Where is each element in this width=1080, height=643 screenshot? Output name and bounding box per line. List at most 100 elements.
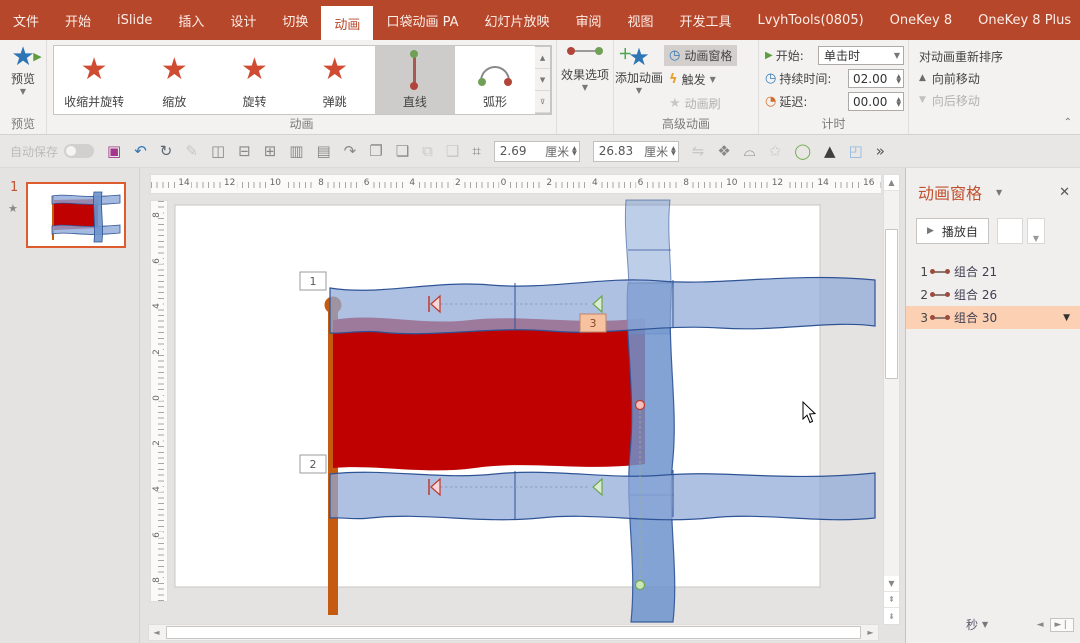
shape-height-input[interactable]: 2.69 厘米 ▲▼: [494, 141, 580, 162]
shape-width-input[interactable]: 26.83 厘米 ▲▼: [593, 141, 679, 162]
bring-forward-icon[interactable]: ❐: [369, 144, 382, 159]
flip-icon[interactable]: ⇋: [692, 144, 705, 159]
animation-pane-button[interactable]: ◷ 动画窗格: [664, 45, 737, 66]
align-middle-icon[interactable]: ⊞: [264, 144, 277, 159]
scroll-up-button[interactable]: ▲: [884, 175, 899, 191]
gallery-scroll-up[interactable]: ▲: [535, 47, 550, 69]
slide-thumbnail[interactable]: [26, 182, 126, 248]
effect-options-button[interactable]: 效果选项 ▼: [557, 40, 614, 134]
horizontal-scroll-thumb[interactable]: [166, 626, 861, 639]
duration-spinner[interactable]: ▲▼: [896, 74, 901, 84]
svg-text:2: 2: [310, 458, 317, 471]
组合 21[interactable]: 1 组合 21 ▼: [906, 260, 1080, 283]
horizontal-scrollbar[interactable]: ◄ ►: [148, 624, 879, 641]
tab-lvyhtools[interactable]: LvyhTools(0805): [745, 0, 877, 40]
format-painter-icon[interactable]: ✎: [185, 144, 198, 159]
tab-file[interactable]: 文件: [0, 0, 52, 40]
animation-bounce[interactable]: ★ 弹跳: [295, 46, 375, 114]
ribbon-group-advanced: ★＋ 添加动画 ▼ ◷ 动画窗格 ϟ 触发 ▼ ★ 动画刷 高级动画: [614, 40, 759, 134]
more-commands-icon[interactable]: »: [876, 144, 885, 159]
autosave-toggle[interactable]: [64, 144, 94, 158]
save-icon[interactable]: ▣: [107, 144, 121, 159]
animation-badge-3-selected[interactable]: 3: [580, 314, 606, 332]
move-earlier-button[interactable]: ▲ 向前移动: [919, 67, 1059, 89]
delay-spinner[interactable]: ▲▼: [896, 97, 901, 107]
start-select[interactable]: 单击时 ▼: [818, 46, 904, 65]
tab-islide[interactable]: iSlide: [104, 0, 165, 40]
delay-input[interactable]: 00.00 ▲▼: [848, 92, 904, 111]
组合 30[interactable]: 3 组合 30 ▼: [906, 306, 1080, 329]
shape-width-spinner[interactable]: ▲▼: [671, 146, 676, 156]
collapse-ribbon-button[interactable]: ⌃: [1064, 117, 1072, 128]
scroll-left-button[interactable]: ◄: [149, 625, 164, 640]
preview-icon[interactable]: ★▶: [11, 44, 34, 70]
picture-placeholder-icon[interactable]: ◰: [849, 144, 863, 159]
scroll-right-button[interactable]: ►: [863, 625, 878, 640]
preview-dropdown-caret[interactable]: ▼: [20, 87, 26, 96]
item-dropdown-caret[interactable]: ▼: [1063, 313, 1070, 323]
move-later-button[interactable]: ▼ 向后移动: [919, 89, 1059, 111]
animation-star-icon[interactable]: ✩: [769, 144, 782, 159]
move-earlier-icon: ▲: [919, 73, 926, 83]
align-objects-icon[interactable]: ◫: [211, 144, 225, 159]
tab-review[interactable]: 审阅: [563, 0, 615, 40]
move-down-button[interactable]: ▼: [1027, 218, 1045, 244]
vertical-scrollbar[interactable]: ▲ ▼ ⇞ ⇟: [883, 174, 900, 625]
pane-close-icon[interactable]: ✕: [1059, 185, 1070, 200]
timeline-zoom-in-icon[interactable]: ►❘: [1050, 618, 1074, 632]
tab-design[interactable]: 设计: [217, 0, 269, 40]
trigger-button[interactable]: ϟ 触发 ▼: [664, 69, 737, 90]
tab-developer[interactable]: 开发工具: [667, 0, 745, 40]
undo-icon[interactable]: ↶: [134, 144, 147, 159]
vertical-scroll-thumb[interactable]: [885, 229, 898, 379]
组合 26[interactable]: 2 组合 26 ▼: [906, 283, 1080, 306]
tab-onekey8[interactable]: OneKey 8: [877, 0, 965, 40]
tab-home[interactable]: 开始: [52, 0, 104, 40]
animation-badge-2[interactable]: 2: [300, 455, 326, 473]
tab-animations[interactable]: 动画: [321, 6, 373, 40]
animation-line-path[interactable]: 直线: [375, 46, 455, 114]
group-icon[interactable]: ⧉: [422, 144, 433, 159]
distribute-vertical-icon[interactable]: ▤: [316, 144, 330, 159]
timeline-unit-caret[interactable]: ▼: [982, 620, 988, 629]
oval-shape-icon[interactable]: ◯: [794, 144, 811, 159]
gallery-more-button[interactable]: ⊽: [535, 91, 550, 113]
send-backward-icon[interactable]: ❏: [396, 144, 409, 159]
duration-input[interactable]: 02.00 ▲▼: [848, 69, 904, 88]
ungroup-icon[interactable]: ❑: [446, 144, 459, 159]
animation-zoom[interactable]: ★ 缩放: [134, 46, 214, 114]
rotate-object-icon[interactable]: ↷: [344, 144, 357, 159]
tab-view[interactable]: 视图: [615, 0, 667, 40]
crop-icon[interactable]: ⌗: [472, 144, 480, 159]
preview-button[interactable]: 预览: [11, 70, 35, 87]
select-objects-icon[interactable]: ❖: [717, 144, 730, 159]
play-from-button[interactable]: ▶ 播放自: [916, 218, 989, 244]
move-up-button[interactable]: [997, 218, 1023, 244]
vertical-ribbon[interactable]: [627, 283, 675, 622]
animation-badge-1[interactable]: 1: [300, 272, 326, 290]
distribute-horizontal-icon[interactable]: ▥: [289, 144, 303, 159]
pane-menu-caret[interactable]: ▼: [996, 188, 1002, 197]
tab-transitions[interactable]: 切换: [269, 0, 321, 40]
scroll-down-button[interactable]: ▼: [884, 576, 899, 592]
animation-painter-button[interactable]: ★ 动画刷: [664, 93, 737, 114]
animation-arc-path[interactable]: 弧形: [455, 46, 535, 114]
tab-insert[interactable]: 插入: [165, 0, 217, 40]
timeline-zoom-out-icon[interactable]: ◄: [1037, 620, 1044, 630]
autosave-control[interactable]: 自动保存: [10, 143, 94, 160]
previous-slide-button[interactable]: ⇞: [884, 592, 899, 608]
align-center-icon[interactable]: ⊟: [238, 144, 251, 159]
title-bar: 文件 开始 iSlide 插入 设计 切换 动画: [0, 0, 1080, 40]
animation-spin[interactable]: ★ 旋转: [214, 46, 294, 114]
animation-shrink-turn[interactable]: ★ 收缩并旋转: [54, 46, 134, 114]
shape-height-spinner[interactable]: ▲▼: [572, 146, 577, 156]
gallery-scroll-down[interactable]: ▼: [535, 69, 550, 91]
next-slide-button[interactable]: ⇟: [884, 608, 899, 624]
insert-picture-icon[interactable]: ▲: [824, 144, 836, 159]
freeform-shape-icon[interactable]: ⌓: [744, 144, 756, 159]
red-flag-shape[interactable]: [333, 317, 645, 470]
tab-slideshow[interactable]: 幻灯片放映: [471, 0, 562, 40]
tab-onekey8plus[interactable]: OneKey 8 Plus: [965, 0, 1080, 40]
redo-icon[interactable]: ↻: [160, 144, 173, 159]
tab-pocket-animation[interactable]: 口袋动画 PA: [373, 0, 471, 40]
